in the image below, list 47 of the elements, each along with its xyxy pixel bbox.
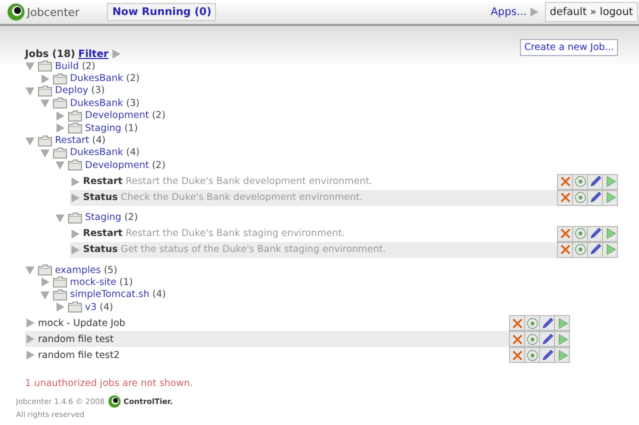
job-count: (2) <box>152 160 166 171</box>
job-count: (2) <box>152 110 166 122</box>
job-count: (2) <box>82 60 96 72</box>
job-description: Check the Duke's Bank development environment. <box>120 192 363 204</box>
apps-link[interactable]: Apps... <box>490 6 527 18</box>
job-count: (4) <box>152 289 166 300</box>
job-name[interactable]: random file test <box>38 334 114 345</box>
folder-link[interactable]: Staging <box>85 122 122 134</box>
folder-link[interactable]: Staging <box>85 212 122 224</box>
folder-link[interactable]: v3 <box>85 302 97 313</box>
folder-link[interactable]: DukesBank <box>70 73 124 84</box>
folder-link[interactable]: Build <box>55 60 79 72</box>
job-name[interactable]: random file test2 <box>38 350 120 361</box>
job-count: (4) <box>126 147 140 158</box>
jobs-title: Jobs (18) <box>25 48 76 60</box>
folder-link[interactable]: Restart <box>55 135 90 146</box>
app-name: Jobcenter <box>27 6 80 18</box>
create-job-button[interactable]: Create a new Job... <box>520 38 618 56</box>
folder-link[interactable]: examples <box>55 264 101 276</box>
now-running-button[interactable]: Now Running (0) <box>107 3 216 21</box>
job-count: (2) <box>126 73 140 84</box>
folder-link[interactable]: Deploy <box>55 85 88 96</box>
job-count: (3) <box>91 85 105 96</box>
folder-link[interactable]: Development <box>85 160 149 171</box>
job-count: (1) <box>119 276 133 288</box>
folder-link[interactable]: DukesBank <box>70 98 124 109</box>
job-name[interactable]: Status <box>83 192 118 204</box>
job-name[interactable]: Status <box>83 244 118 256</box>
user-menu[interactable]: default » logout <box>544 2 638 22</box>
job-count: (4) <box>100 302 114 313</box>
job-count: (1) <box>124 122 138 134</box>
folder-link[interactable]: Development <box>85 110 149 122</box>
job-name[interactable]: Restart <box>83 228 123 240</box>
job-count: (2) <box>124 212 138 224</box>
job-count: (5) <box>104 264 118 276</box>
job-description: Get the status of the Duke's Bank staging environment. <box>120 244 386 256</box>
job-count: (4) <box>92 135 106 146</box>
folder-link[interactable]: simpleTomcat.sh <box>70 289 150 300</box>
job-description: Restart the Duke's Bank development environment. <box>126 176 372 188</box>
folder-link[interactable]: DukesBank <box>70 147 124 158</box>
unauthorized-notice: 1 unauthorized jobs are not shown. <box>25 378 193 390</box>
job-count: (3) <box>126 98 140 109</box>
filter-link[interactable]: Filter <box>78 48 108 60</box>
job-name[interactable]: Restart <box>83 176 123 188</box>
folder-link[interactable]: mock-site <box>70 276 116 288</box>
job-name[interactable]: mock - Update Job <box>38 318 126 329</box>
job-description: Restart the Duke's Bank staging environment. <box>126 228 345 240</box>
